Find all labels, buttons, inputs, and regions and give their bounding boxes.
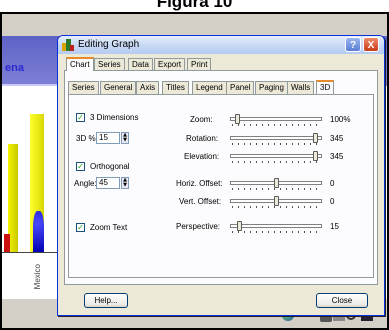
vert-offset-label: Vert. Offset: <box>179 197 222 206</box>
slider-thumb[interactable] <box>313 151 318 161</box>
slider-thumb[interactable] <box>235 114 240 124</box>
horiz-offset-value: 0 <box>330 179 335 188</box>
background-header-text: ena <box>5 62 24 74</box>
horiz-offset-slider[interactable] <box>230 178 322 192</box>
elevation-slider[interactable] <box>230 151 322 165</box>
angle-input[interactable]: 45 <box>96 177 120 189</box>
slider-thumb[interactable] <box>274 178 279 188</box>
zoom-value: 100% <box>330 115 351 124</box>
background-bar-blue <box>33 211 44 252</box>
tab-panel[interactable]: Panel <box>226 81 255 94</box>
background-header-rule <box>2 84 62 86</box>
3d-percent-input[interactable]: 15 <box>96 132 120 144</box>
zoom-slider[interactable] <box>230 114 322 128</box>
figure-caption: Figura 10 <box>0 0 389 12</box>
orthogonal-checkbox[interactable]: ✓ <box>76 162 85 171</box>
help-icon[interactable]: ? <box>345 37 361 52</box>
figure-caption-text: Figura 10 <box>156 0 233 11</box>
perspective-slider[interactable] <box>230 221 322 235</box>
slider-ticks <box>232 206 320 208</box>
angle-label: Angle: <box>74 179 97 188</box>
slider-ticks <box>232 161 320 163</box>
slider-thumb[interactable] <box>237 221 242 231</box>
slider-thumb[interactable] <box>274 196 279 206</box>
3d-percent-label: 3D %: <box>76 134 98 143</box>
editing-graph-dialog: Editing Graph ? X Chart Series Data Expo… <box>57 35 385 316</box>
3-dimensions-label: 3 Dimensions <box>90 113 139 122</box>
tab-3d[interactable]: 3D <box>316 80 335 94</box>
tab-titles[interactable]: Titles <box>162 81 189 94</box>
slider-track <box>230 224 322 228</box>
3d-percent-spinner[interactable]: ▲ ▼ <box>121 132 129 144</box>
background-x-label: Mexico <box>33 264 42 290</box>
screen: ena Mexico Editing Graph ? X Chart Serie… <box>0 12 389 330</box>
tab-walls[interactable]: Walls <box>287 81 315 94</box>
close-icon[interactable]: X <box>363 37 379 52</box>
angle-spinner[interactable]: ▲ ▼ <box>121 177 129 189</box>
horiz-offset-label: Horiz. Offset: <box>176 179 223 188</box>
zoom-label: Zoom: <box>190 115 213 124</box>
elevation-label: Elevation: <box>184 152 220 161</box>
slider-ticks <box>232 124 320 126</box>
dialog-titlebar[interactable]: Editing Graph ? X <box>58 36 384 54</box>
slider-thumb[interactable] <box>313 133 318 143</box>
rotation-slider[interactable] <box>230 133 322 147</box>
elevation-value: 345 <box>330 152 344 161</box>
perspective-label: Perspective: <box>176 222 221 231</box>
tab-axis[interactable]: Axis <box>136 81 160 94</box>
app-icon <box>62 39 74 51</box>
tab-legend[interactable]: Legend <box>192 81 227 94</box>
tab-paging[interactable]: Paging <box>255 81 288 94</box>
tab-series-sub[interactable]: Series <box>68 81 99 94</box>
3-dimensions-checkbox[interactable]: ✓ <box>76 113 85 122</box>
zoom-text-checkbox[interactable]: ✓ <box>76 223 85 232</box>
slider-track <box>230 136 322 140</box>
perspective-value: 15 <box>330 222 339 231</box>
vert-offset-value: 0 <box>330 197 335 206</box>
vert-offset-slider[interactable] <box>230 196 322 210</box>
slider-ticks <box>232 231 320 233</box>
tab-general[interactable]: General <box>100 81 137 94</box>
rotation-value: 345 <box>330 134 344 143</box>
slider-ticks <box>232 143 320 145</box>
slider-track <box>230 117 322 121</box>
background-axis <box>2 252 62 253</box>
slider-ticks <box>232 188 320 190</box>
close-button[interactable]: Close <box>316 293 368 308</box>
help-button[interactable]: Help... <box>84 293 128 308</box>
slider-track <box>230 154 322 158</box>
background-bar-red <box>4 234 10 252</box>
zoom-text-label: Zoom Text <box>90 223 128 232</box>
dialog-title: Editing Graph <box>78 39 140 50</box>
tab-chart[interactable]: Chart <box>66 57 94 71</box>
rotation-label: Rotation: <box>186 134 219 143</box>
orthogonal-label: Orthogonal <box>90 162 130 171</box>
